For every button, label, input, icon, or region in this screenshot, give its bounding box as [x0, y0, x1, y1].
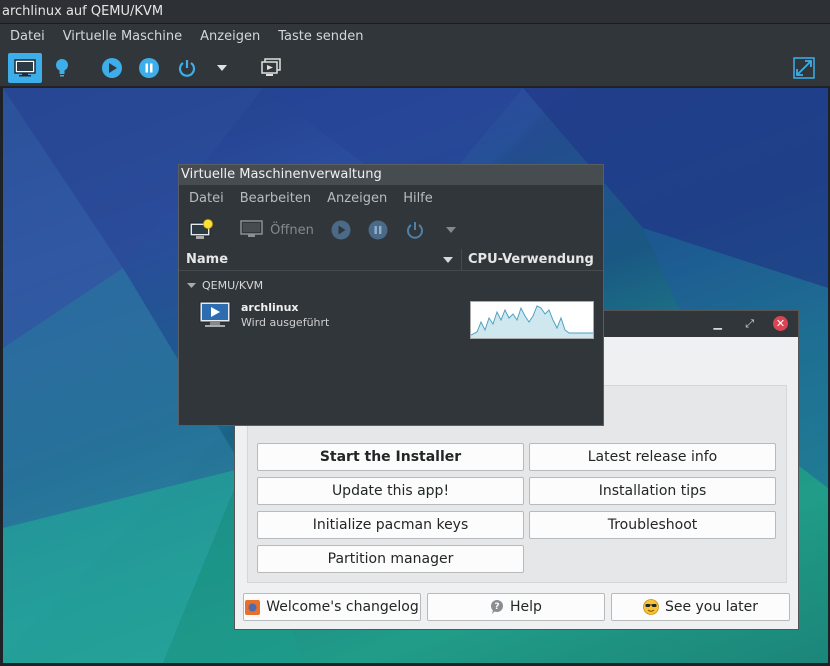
changelog-button[interactable]: Welcome's changelog	[243, 593, 421, 621]
column-cpu-header[interactable]: CPU-Verwendung	[468, 252, 594, 267]
vm-info: archlinux Wird ausgeführt	[241, 301, 329, 329]
power-icon	[407, 222, 423, 239]
vm-name: archlinux	[241, 301, 299, 314]
column-divider	[461, 249, 462, 271]
vm-manager-window: Virtuelle Maschinenverwaltung Datei Bear…	[178, 164, 604, 426]
fullscreen-icon	[793, 57, 815, 79]
maximize-icon[interactable]: ⤢	[745, 317, 754, 331]
menu-datei[interactable]: Datei	[0, 29, 53, 44]
latest-release-button[interactable]: Latest release info	[529, 443, 776, 471]
details-button[interactable]	[50, 53, 74, 83]
vm-status: Wird ausgeführt	[241, 316, 330, 329]
shutdown-button[interactable]	[174, 53, 200, 83]
vm-manager-toolbar: Öffnen	[179, 211, 603, 249]
cpu-usage-graph	[470, 301, 594, 339]
connection-label: QEMU/KVM	[202, 279, 264, 292]
snapshot-icon	[261, 58, 281, 76]
chevron-down-icon	[446, 227, 456, 233]
vm-manager-menubar: Datei Bearbeiten Anzeigen Hilfe	[179, 186, 603, 211]
see-you-later-button[interactable]: See you later	[611, 593, 790, 621]
see-you-later-label: See you later	[664, 599, 759, 615]
cpu-usage-sparkline	[470, 305, 593, 338]
outer-menubar: Datei Virtuelle Maschine Anzeigen Taste …	[0, 24, 830, 49]
pause-icon	[368, 220, 388, 240]
vmm-menu-bearbeiten[interactable]: Bearbeiten	[230, 191, 317, 206]
outer-toolbar	[0, 49, 830, 87]
start-installer-button[interactable]: Start the Installer	[257, 443, 524, 471]
menu-taste-senden[interactable]: Taste senden	[268, 29, 371, 44]
vmm-menu-anzeigen[interactable]: Anzeigen	[317, 191, 393, 206]
chevron-down-icon	[187, 283, 196, 288]
play-icon	[331, 220, 351, 240]
menu-virtuelle-maschine[interactable]: Virtuelle Maschine	[53, 29, 190, 44]
changelog-icon	[245, 599, 261, 615]
help-button[interactable]: ? Help	[427, 593, 605, 621]
menu-anzeigen[interactable]: Anzeigen	[190, 29, 268, 44]
snapshots-button[interactable]	[258, 53, 284, 83]
sunglasses-emoji-icon	[643, 599, 659, 615]
screen: archlinux auf QEMU/KVM Datei Virtuelle M…	[0, 0, 830, 666]
help-icon: ?	[491, 600, 504, 614]
changelog-label: Welcome's changelog	[266, 599, 419, 615]
vm-list-header: Name CPU-Verwendung	[179, 249, 603, 271]
vmm-run-button[interactable]	[329, 215, 353, 245]
play-icon	[102, 58, 122, 78]
chevron-down-icon	[217, 65, 227, 71]
minimize-icon[interactable]: ▁	[714, 317, 722, 330]
monitor-icon	[240, 220, 263, 237]
vmm-pause-button[interactable]	[366, 215, 390, 245]
update-app-button[interactable]: Update this app!	[257, 477, 524, 505]
new-vm-button[interactable]	[187, 215, 215, 245]
open-button[interactable]: Öffnen	[237, 215, 317, 245]
pause-icon	[139, 58, 159, 78]
partition-manager-button[interactable]: Partition manager	[257, 545, 524, 573]
pause-button[interactable]	[136, 53, 162, 83]
installation-tips-button[interactable]: Installation tips	[529, 477, 776, 505]
vmm-menu-datei[interactable]: Datei	[179, 191, 230, 206]
fullscreen-button[interactable]	[790, 53, 818, 83]
vm-row[interactable]: archlinux Wird ausgeführt	[199, 301, 329, 329]
close-icon[interactable]: ✕	[773, 316, 788, 331]
lightbulb-icon	[56, 59, 68, 77]
window-title: archlinux auf QEMU/KVM	[0, 0, 830, 24]
column-name-header[interactable]: Name	[186, 252, 228, 267]
vm-manager-title: Virtuelle Maschinenverwaltung	[179, 165, 603, 185]
new-vm-icon	[189, 219, 213, 239]
init-pacman-keys-button[interactable]: Initialize pacman keys	[257, 511, 524, 539]
vm-list: Name CPU-Verwendung QEMU/KVM archlinux W…	[179, 249, 603, 425]
open-label: Öffnen	[270, 222, 314, 238]
sort-chevron-icon[interactable]	[443, 257, 453, 263]
connection-group[interactable]: QEMU/KVM	[187, 279, 263, 292]
running-vm-icon	[199, 301, 231, 327]
vmm-menu-hilfe[interactable]: Hilfe	[393, 191, 439, 206]
svg-text:?: ?	[494, 602, 499, 612]
vmm-shutdown-dropdown[interactable]	[441, 215, 461, 245]
run-button[interactable]	[99, 53, 125, 83]
power-icon	[178, 60, 196, 77]
console-view-button[interactable]	[8, 53, 42, 83]
help-label: Help	[510, 599, 542, 615]
monitor-icon	[14, 59, 36, 77]
troubleshoot-button[interactable]: Troubleshoot	[529, 511, 776, 539]
shutdown-dropdown[interactable]	[212, 53, 232, 83]
vmm-shutdown-button[interactable]	[403, 215, 427, 245]
